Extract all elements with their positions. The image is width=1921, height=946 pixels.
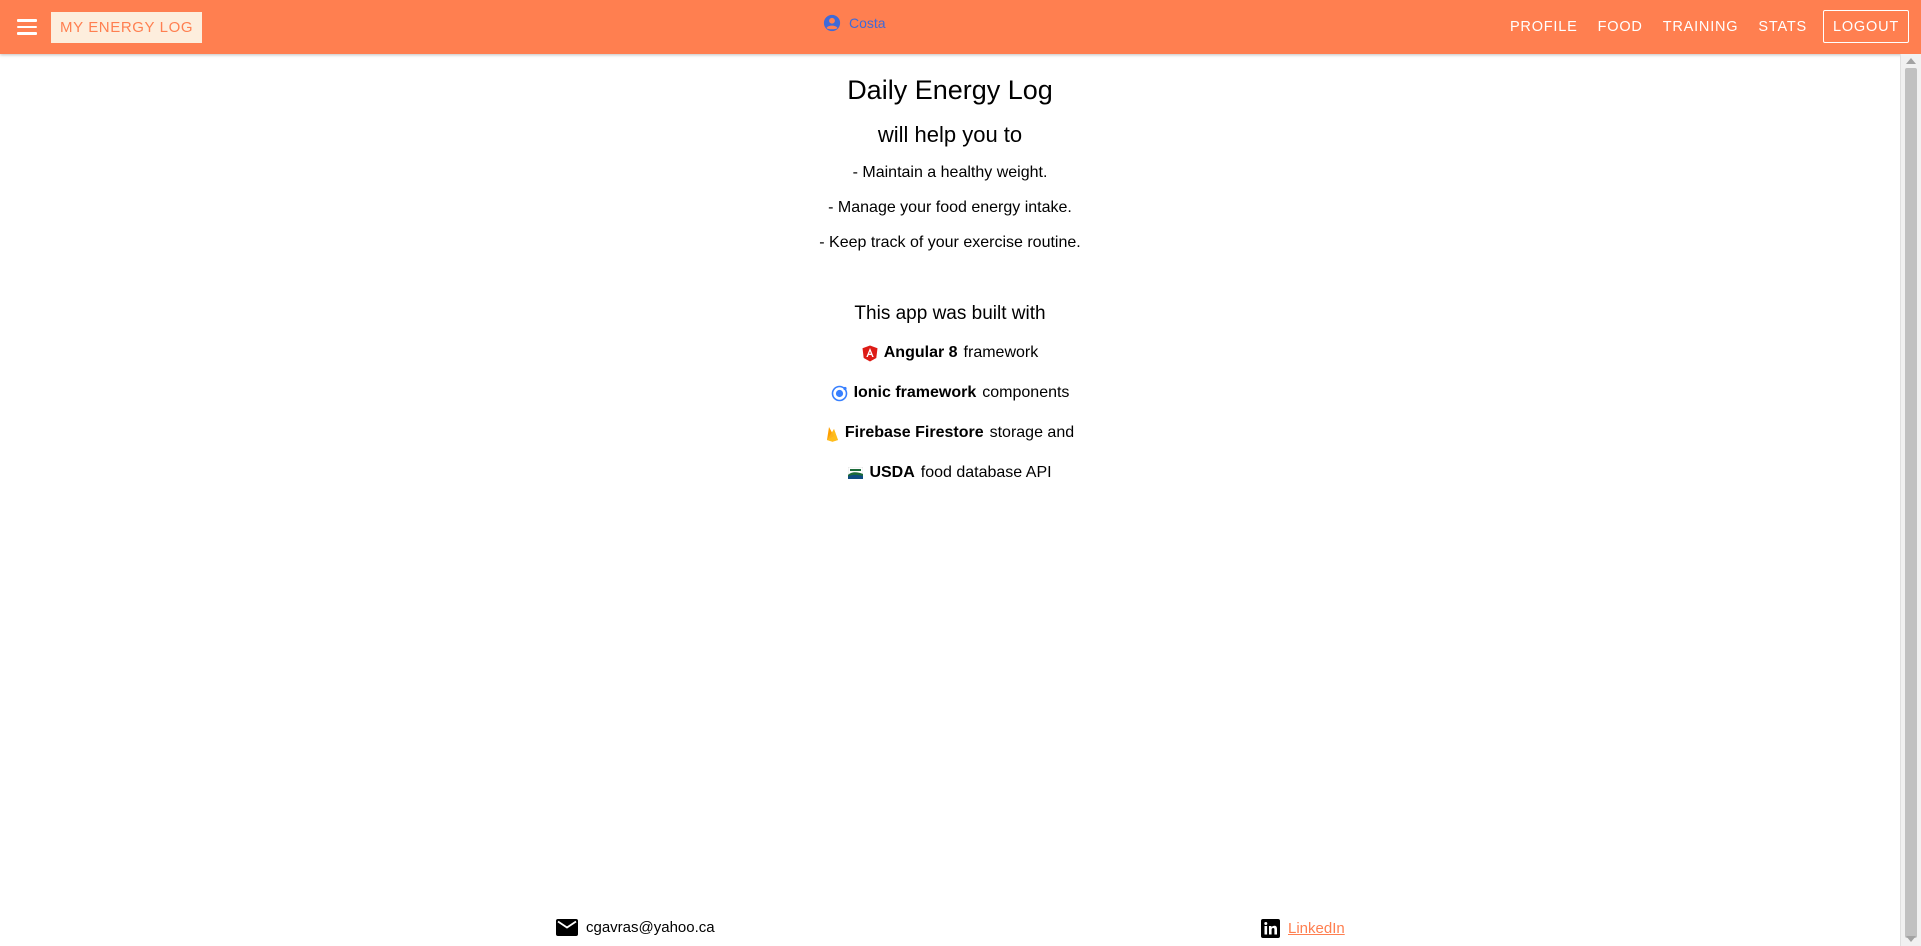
scroll-down-icon[interactable]: [1906, 936, 1916, 942]
nav-food[interactable]: FOOD: [1588, 10, 1653, 43]
bullet-weight: - Maintain a healthy weight.: [852, 164, 1048, 181]
tech-ionic-name: Ionic framework: [853, 384, 977, 401]
tech-firebase: Firebase Firestore storage and: [0, 424, 1900, 442]
person-circle-icon: [823, 14, 841, 32]
bullet-food: - Manage your food energy intake.: [828, 199, 1072, 216]
scrollbar[interactable]: [1900, 54, 1921, 946]
tech-angular-name: Angular 8: [883, 344, 958, 361]
email-text: cgavras@yahoo.ca: [586, 919, 715, 936]
tech-firebase-name: Firebase Firestore: [844, 424, 984, 441]
brand-button[interactable]: MY ENERGY LOG: [51, 12, 203, 43]
scroll-up-icon[interactable]: [1906, 58, 1916, 64]
user-chip[interactable]: Costa: [823, 14, 886, 32]
main-nav: PROFILE FOOD TRAINING STATS LOGOUT: [1500, 10, 1909, 43]
tech-firebase-desc: storage and: [989, 424, 1075, 441]
nav-profile[interactable]: PROFILE: [1500, 10, 1588, 43]
firebase-icon: [826, 426, 838, 442]
linkedin-link[interactable]: LinkedIn: [1288, 920, 1345, 937]
tech-usda: USDA food database API: [0, 464, 1900, 482]
user-name: Costa: [849, 15, 886, 31]
tech-angular: Angular 8 framework: [0, 344, 1900, 362]
menu-icon[interactable]: [14, 14, 40, 40]
footer-email: cgavras@yahoo.ca: [556, 919, 715, 936]
app-toolbar: MY ENERGY LOG Costa PROFILE FOOD TRAININ…: [0, 0, 1921, 54]
nav-training[interactable]: TRAINING: [1653, 10, 1749, 43]
ionic-icon: [831, 385, 847, 401]
tech-ionic-desc: components: [982, 384, 1070, 401]
mail-icon: [556, 919, 578, 936]
nav-stats[interactable]: STATS: [1748, 10, 1817, 43]
page-title: Daily Energy Log: [847, 75, 1053, 105]
tech-ionic: Ionic framework components: [0, 384, 1900, 402]
bullet-exercise: - Keep track of your exercise routine.: [819, 234, 1081, 251]
tech-angular-desc: framework: [963, 344, 1039, 361]
usda-icon: [848, 467, 864, 479]
built-with-heading: This app was built with: [854, 303, 1046, 324]
footer-linkedin: LinkedIn: [1261, 919, 1345, 938]
scroll-thumb[interactable]: [1905, 68, 1917, 938]
tech-usda-name: USDA: [869, 464, 915, 481]
linkedin-icon: [1261, 919, 1280, 938]
footer: cgavras@yahoo.ca LinkedIn: [0, 916, 1900, 946]
tech-usda-desc: food database API: [920, 464, 1052, 481]
page-subtitle: will help you to: [877, 122, 1023, 147]
angular-icon: [862, 345, 878, 361]
logout-button[interactable]: LOGOUT: [1822, 10, 1909, 43]
